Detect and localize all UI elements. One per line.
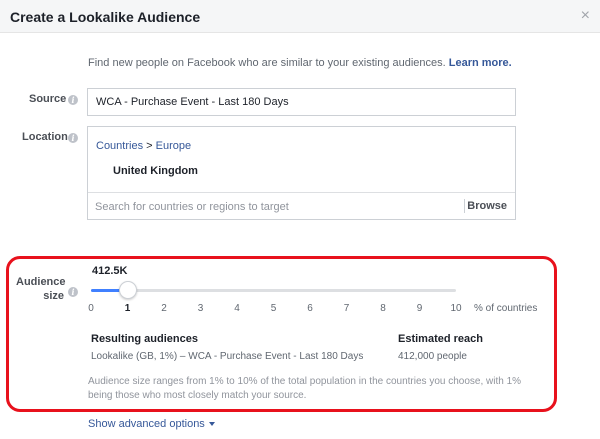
slider-tick-label: 7 <box>343 303 350 314</box>
breadcrumb-separator: > <box>146 140 153 152</box>
slider-tick-label: 8 <box>380 303 386 314</box>
location-info-icon[interactable]: i <box>68 133 78 143</box>
source-label: Source <box>29 93 67 105</box>
breadcrumb-countries[interactable]: Countries <box>96 140 143 152</box>
audience-size-slider-track[interactable] <box>91 289 456 292</box>
source-field[interactable]: WCA - Purchase Event - Last 180 Days <box>87 88 516 116</box>
browse-divider <box>464 199 465 213</box>
slider-tick-label: 4 <box>234 303 240 314</box>
location-box: Countries > Europe United Kingdom Search… <box>87 126 516 220</box>
dialog-header: Create a Lookalike Audience × <box>0 0 600 33</box>
intro-description: Find new people on Facebook who are simi… <box>88 57 446 69</box>
audience-size-note: Audience size ranges from 1% to 10% of t… <box>88 376 522 401</box>
audience-size-label: Audience size <box>16 275 66 303</box>
slider-tick-label: 10 <box>450 303 462 314</box>
show-advanced-options-link[interactable]: Show advanced options <box>88 418 215 430</box>
advanced-options-label: Show advanced options <box>88 418 205 430</box>
breadcrumb-europe[interactable]: Europe <box>156 140 191 152</box>
location-search-row: Search for countries or regions to targe… <box>88 192 515 219</box>
audience-size-slider-thumb[interactable] <box>118 281 137 299</box>
slider-tick-label: 3 <box>197 303 204 314</box>
slider-unit-label: % of countries <box>474 303 538 314</box>
estimated-reach-header: Estimated reach <box>398 333 483 345</box>
learn-more-link[interactable]: Learn more. <box>449 57 512 69</box>
audience-size-label-line1: Audience <box>16 276 66 288</box>
slider-tick-label: 2 <box>161 303 167 314</box>
estimated-reach-value: 412,000 people <box>398 351 467 362</box>
dialog-title: Create a Lookalike Audience <box>10 9 201 25</box>
location-label: Location <box>22 131 68 143</box>
slider-tick-label: 5 <box>270 303 277 314</box>
resulting-audience-value: Lookalike (GB, 1%) – WCA - Purchase Even… <box>91 351 364 362</box>
slider-tick-label: 6 <box>307 303 313 314</box>
audience-size-label-line2: size <box>43 290 64 302</box>
slider-tick-label: 1 <box>124 303 131 314</box>
location-search-input[interactable]: Search for countries or regions to targe… <box>95 201 289 213</box>
location-breadcrumb: Countries > Europe <box>96 140 191 152</box>
resulting-audiences-header: Resulting audiences <box>91 333 198 345</box>
slider-tick-label: 0 <box>88 303 94 314</box>
caret-down-icon <box>208 422 215 427</box>
close-icon[interactable]: × <box>581 7 590 25</box>
audience-size-info-icon[interactable]: i <box>68 287 78 297</box>
slider-tick-label: 9 <box>416 303 423 314</box>
source-info-icon[interactable]: i <box>68 95 78 105</box>
slider-reach-value: 412.5K <box>92 265 128 277</box>
intro-text: Find new people on Facebook who are simi… <box>88 57 512 69</box>
selected-country[interactable]: United Kingdom <box>113 165 198 177</box>
browse-button[interactable]: Browse <box>467 200 507 212</box>
